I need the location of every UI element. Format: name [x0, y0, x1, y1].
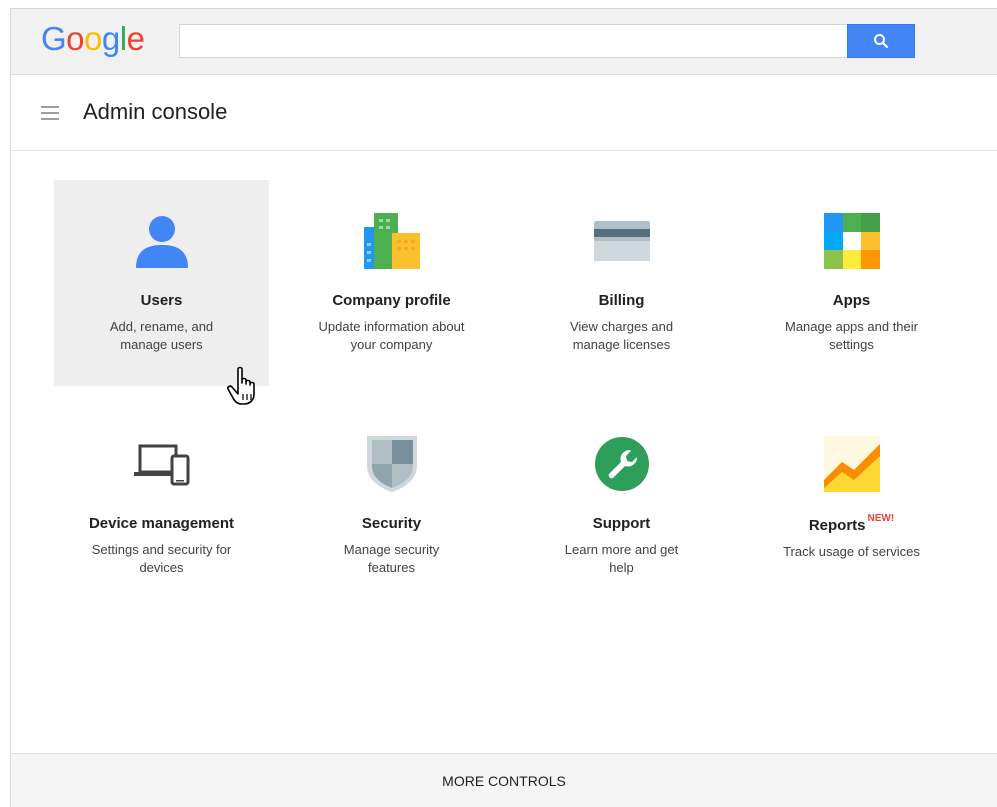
tile-description: Learn more and get help [564, 542, 679, 575]
tile-reports[interactable]: Reports NEW! Track usage of services [744, 403, 959, 609]
hand-cursor-icon [227, 366, 255, 405]
buildings-icon [363, 213, 420, 269]
tile-title: Support [592, 515, 651, 532]
logo-letter: g [101, 20, 120, 57]
tile-device-management[interactable]: Device management Settings and security … [54, 403, 269, 609]
shield-icon [366, 436, 417, 492]
credit-card-icon [593, 221, 650, 261]
logo-letter: e [126, 20, 145, 57]
admin-console-window: Google Admin console Users Add, rename, … [10, 8, 997, 807]
hamburger-menu-icon[interactable] [41, 106, 59, 120]
tile-support[interactable]: Support Learn more and get help [514, 403, 729, 609]
search-button[interactable] [847, 24, 915, 58]
tile-description: Add, rename, and manage users [109, 319, 214, 352]
chart-icon [823, 436, 880, 492]
page-title: Admin console [83, 99, 228, 124]
tile-title: Users [140, 292, 183, 309]
tile-title: Apps [832, 292, 871, 309]
logo-letter: G [41, 20, 67, 57]
search-input[interactable] [179, 24, 847, 58]
new-badge: NEW! [867, 513, 895, 524]
tile-title-text: Reports [808, 517, 866, 534]
logo-letter: o [84, 20, 102, 57]
apps-grid-icon [823, 213, 880, 269]
tile-billing[interactable]: Billing View charges and manage licenses [514, 180, 729, 386]
laptop-phone-icon [133, 444, 189, 486]
tile-description: Manage security features [343, 542, 440, 575]
tile-users[interactable]: Users Add, rename, and manage users [54, 180, 269, 386]
more-controls-bar[interactable]: MORE CONTROLS [11, 753, 997, 807]
tile-company-profile[interactable]: Company profile Update information about… [284, 180, 499, 386]
tile-title: Company profile [332, 292, 451, 309]
logo-letter: l [119, 20, 127, 57]
tile-title: Reports NEW! [744, 513, 959, 534]
google-logo[interactable]: Google [41, 20, 145, 58]
tile-description: View charges and manage licenses [569, 319, 674, 352]
tile-title: Billing [598, 292, 645, 309]
tile-description: Track usage of services [783, 544, 920, 559]
wrench-icon [594, 437, 649, 491]
tile-security[interactable]: Security Manage security features [284, 403, 499, 609]
page-header: Admin console [11, 75, 997, 151]
tile-title: Device management [88, 515, 235, 532]
person-icon [135, 216, 188, 268]
tile-apps[interactable]: Apps Manage apps and their settings [744, 180, 959, 386]
more-controls-label: MORE CONTROLS [442, 772, 566, 789]
top-bar: Google [11, 9, 997, 75]
tile-description: Update information about your company [318, 319, 465, 352]
tile-description: Manage apps and their settings [785, 319, 918, 352]
logo-letter: o [66, 20, 85, 57]
search-icon [874, 34, 889, 49]
tile-title: Security [361, 515, 422, 532]
tile-description: Settings and security for devices [91, 542, 232, 575]
